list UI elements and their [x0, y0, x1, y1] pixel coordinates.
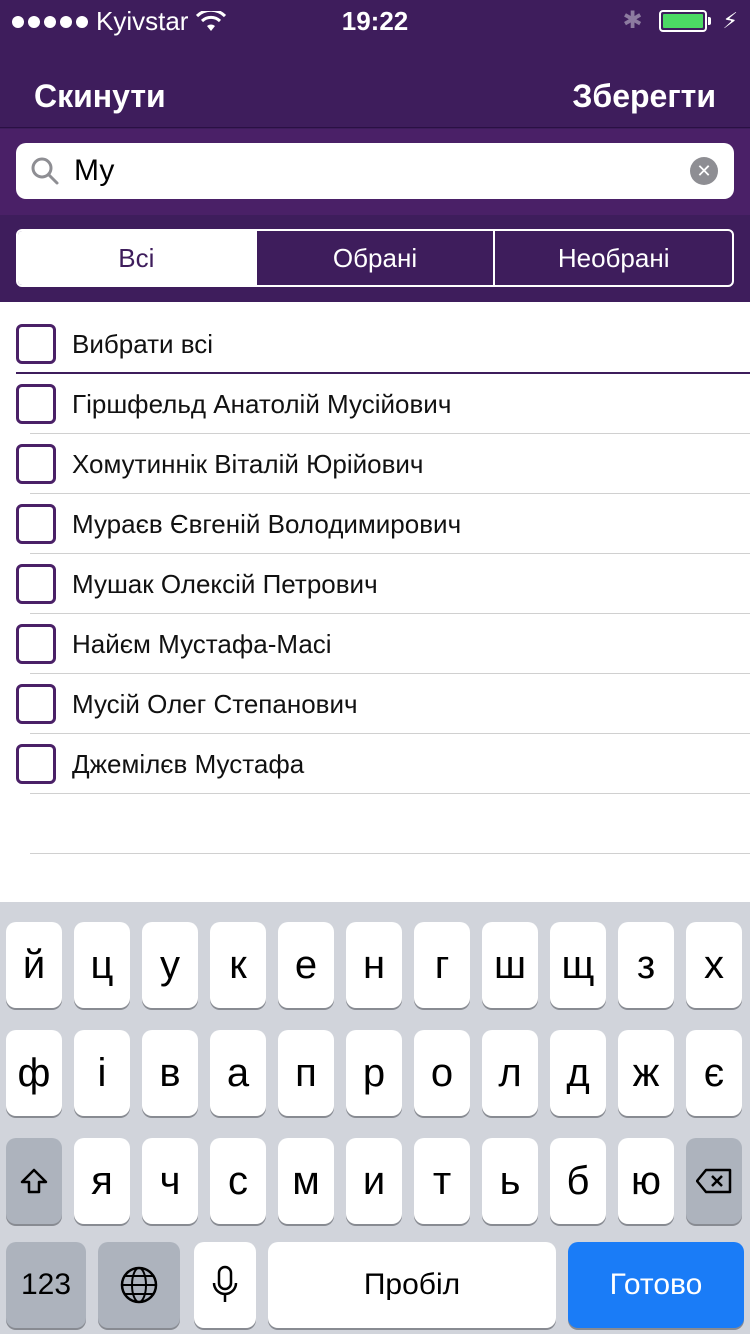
battery-icon: [658, 9, 711, 32]
clear-search-icon[interactable]: ✕: [690, 157, 718, 185]
key[interactable]: н: [346, 922, 402, 1008]
item-name: Гіршфельд Анатолій Мусійович: [72, 388, 452, 419]
select-all-row[interactable]: Вибрати всі: [0, 314, 750, 374]
list-item[interactable]: Джемілєв Мустафа: [0, 734, 750, 794]
key[interactable]: я: [74, 1138, 130, 1224]
key[interactable]: з: [618, 922, 674, 1008]
item-name: Мушак Олексій Петрович: [72, 568, 378, 599]
charging-icon: ⚡: [722, 7, 738, 33]
microphone-icon: [212, 1265, 238, 1302]
key[interactable]: л: [482, 1030, 538, 1116]
key[interactable]: ф: [6, 1030, 62, 1116]
list-item[interactable]: Гіршфельд Анатолій Мусійович: [0, 374, 750, 434]
shift-icon: [20, 1168, 48, 1194]
save-button[interactable]: Зберегти: [572, 78, 716, 115]
search-input[interactable]: [74, 154, 654, 188]
segment-unselected[interactable]: Необрані: [495, 231, 732, 285]
deputies-list: Вибрати всі Гіршфельд Анатолій Мусійович…: [0, 314, 750, 854]
key[interactable]: с: [210, 1138, 266, 1224]
key[interactable]: ш: [482, 922, 538, 1008]
key[interactable]: й: [6, 922, 62, 1008]
key[interactable]: д: [550, 1030, 606, 1116]
key[interactable]: щ: [550, 922, 606, 1008]
status-bar: Kyivstar 19:22 ✱ ⚡: [0, 0, 750, 40]
key[interactable]: в: [142, 1030, 198, 1116]
item-checkbox[interactable]: [16, 744, 56, 784]
key[interactable]: і: [74, 1030, 130, 1116]
key[interactable]: г: [414, 922, 470, 1008]
reset-button[interactable]: Скинути: [34, 78, 166, 115]
bluetooth-icon: ✱: [622, 7, 643, 34]
item-checkbox[interactable]: [16, 504, 56, 544]
delete-key[interactable]: [686, 1138, 742, 1224]
key[interactable]: ю: [618, 1138, 674, 1224]
item-checkbox[interactable]: [16, 684, 56, 724]
key[interactable]: м: [278, 1138, 334, 1224]
select-all-checkbox[interactable]: [16, 324, 56, 364]
list-item[interactable]: Мушак Олексій Петрович: [0, 554, 750, 614]
divider: [30, 853, 750, 854]
globe-icon: [120, 1266, 158, 1304]
search-field-container: ✕: [16, 143, 734, 199]
item-name: Найєм Мустафа-Масі: [72, 628, 332, 659]
segment-selected[interactable]: Обрані: [257, 231, 496, 285]
list-item[interactable]: Найєм Мустафа-Масі: [0, 614, 750, 674]
key[interactable]: п: [278, 1030, 334, 1116]
empty-row: [0, 794, 750, 854]
segment-all[interactable]: Всі: [18, 231, 257, 285]
item-name: Мураєв Євгеній Володимирович: [72, 508, 462, 539]
key[interactable]: р: [346, 1030, 402, 1116]
filter-segmented-control: Всі Обрані Необрані: [16, 229, 734, 287]
header-area: Kyivstar 19:22 ✱ ⚡ Скинути Зберегти ✕: [0, 0, 750, 302]
navigation-bar: Скинути Зберегти: [0, 40, 750, 128]
key[interactable]: ч: [142, 1138, 198, 1224]
item-name: Мусій Олег Степанович: [72, 688, 358, 719]
select-all-label: Вибрати всі: [72, 328, 214, 359]
search-icon: [31, 157, 59, 185]
list-item[interactable]: Хомутиннік Віталій Юрійович: [0, 434, 750, 494]
key[interactable]: о: [414, 1030, 470, 1116]
done-key[interactable]: Готово: [568, 1242, 744, 1328]
numbers-key[interactable]: 123: [6, 1242, 86, 1328]
key[interactable]: т: [414, 1138, 470, 1224]
key[interactable]: ж: [618, 1030, 674, 1116]
key[interactable]: ц: [74, 922, 130, 1008]
item-checkbox[interactable]: [16, 624, 56, 664]
key[interactable]: є: [686, 1030, 742, 1116]
key[interactable]: б: [550, 1138, 606, 1224]
globe-key[interactable]: [98, 1242, 180, 1328]
key[interactable]: к: [210, 922, 266, 1008]
list-item[interactable]: Мусій Олег Степанович: [0, 674, 750, 734]
key[interactable]: х: [686, 922, 742, 1008]
item-name: Джемілєв Мустафа: [72, 748, 305, 779]
item-checkbox[interactable]: [16, 384, 56, 424]
item-name: Хомутиннік Віталій Юрійович: [72, 448, 424, 479]
list-item[interactable]: Мураєв Євгеній Володимирович: [0, 494, 750, 554]
item-checkbox[interactable]: [16, 444, 56, 484]
item-checkbox[interactable]: [16, 564, 56, 604]
keyboard: й ц у к е н г ш щ з х ф і в а п р о л д …: [0, 902, 750, 1334]
search-bar: ✕: [0, 129, 750, 215]
key[interactable]: и: [346, 1138, 402, 1224]
key[interactable]: у: [142, 922, 198, 1008]
key[interactable]: е: [278, 922, 334, 1008]
backspace-icon: [696, 1168, 732, 1194]
key[interactable]: ь: [482, 1138, 538, 1224]
microphone-key[interactable]: [194, 1242, 256, 1328]
space-key[interactable]: Пробіл: [268, 1242, 556, 1328]
key[interactable]: а: [210, 1030, 266, 1116]
shift-key[interactable]: [6, 1138, 62, 1224]
